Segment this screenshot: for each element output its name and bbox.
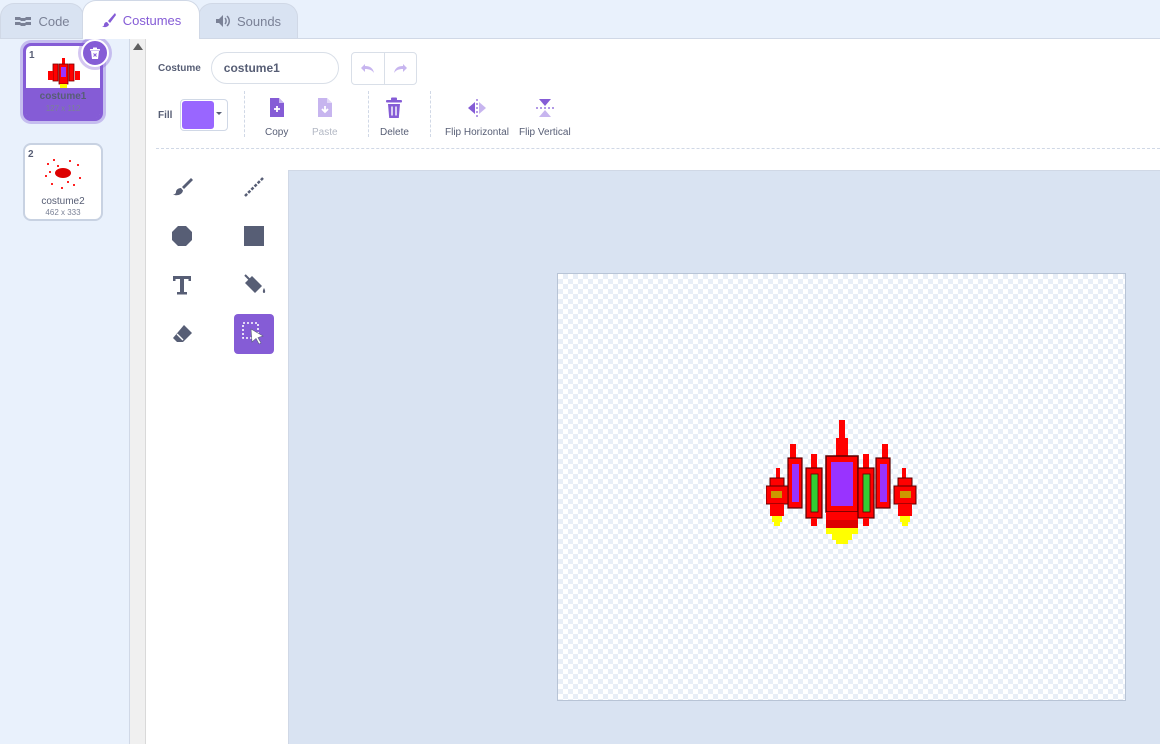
line-icon <box>244 177 264 197</box>
delete-label: Delete <box>380 127 409 138</box>
flip-vertical-label: Flip Vertical <box>519 127 571 138</box>
select-tool[interactable] <box>234 314 274 354</box>
costume-name: costume2 <box>41 196 85 207</box>
paste-label: Paste <box>312 127 338 138</box>
drawing-canvas[interactable] <box>557 273 1126 701</box>
dropdown-caret-icon <box>216 112 222 115</box>
undo-button[interactable] <box>352 53 384 84</box>
circle-tool[interactable] <box>162 216 202 256</box>
costume-name-row: Costume <box>158 51 417 85</box>
costume-number: 2 <box>28 149 34 160</box>
costume-list-scrollbar[interactable] <box>130 39 146 744</box>
tab-costumes[interactable]: Costumes <box>82 0 200 39</box>
text-tool[interactable] <box>162 265 202 305</box>
copy-icon <box>269 98 284 117</box>
fill-color-picker[interactable] <box>180 99 228 131</box>
costume-list: 1 costume1 127 x 112 2 costume2 462 x 33… <box>0 39 130 744</box>
costume-label: Costume <box>158 62 201 74</box>
code-icon <box>15 17 32 26</box>
text-icon <box>173 276 191 295</box>
tab-costumes-label: Costumes <box>122 12 182 28</box>
rectangle-tool[interactable] <box>234 216 274 256</box>
flip-horizontal-icon <box>467 99 486 117</box>
delete-button[interactable]: Delete <box>380 97 409 138</box>
toolbar-divider <box>368 91 369 137</box>
paste-button[interactable]: Paste <box>312 97 338 138</box>
costume-name-input[interactable] <box>210 52 339 84</box>
undo-icon <box>360 64 374 73</box>
fill-label: Fill <box>158 110 173 121</box>
copy-button[interactable]: Copy <box>265 97 288 138</box>
flip-vertical-button[interactable]: Flip Vertical <box>519 97 571 138</box>
paint-editor: Costume Fill <box>146 39 1160 744</box>
tab-code-label: Code <box>38 13 70 29</box>
redo-button[interactable] <box>383 52 416 84</box>
toolbar-divider <box>430 91 431 137</box>
tab-sounds[interactable]: Sounds <box>198 3 298 38</box>
brush-icon <box>173 178 193 196</box>
spaceship-drawing[interactable] <box>766 420 918 556</box>
toolbar-divider <box>244 91 245 137</box>
brush-icon <box>101 13 116 28</box>
fill-tool[interactable] <box>234 265 274 305</box>
scroll-up-arrow-icon[interactable] <box>133 43 143 50</box>
flip-horizontal-button[interactable]: Flip Horizontal <box>445 97 509 138</box>
copy-label: Copy <box>265 127 289 138</box>
costume-size: 127 x 112 <box>45 104 81 113</box>
fill-color-swatch <box>182 101 214 129</box>
circle-icon <box>172 226 192 246</box>
tab-sounds-label: Sounds <box>236 13 282 29</box>
costume-name: costume1 <box>39 91 87 102</box>
fill-bucket-icon <box>244 274 266 293</box>
tab-code[interactable]: Code <box>0 3 84 38</box>
toolbar-separator <box>156 148 1160 149</box>
undo-redo-group <box>350 51 417 85</box>
brush-tool[interactable] <box>162 167 202 207</box>
canvas-area <box>288 170 1160 744</box>
costume-item-1[interactable]: 1 costume1 127 x 112 <box>23 39 109 121</box>
trash-icon <box>90 47 100 59</box>
line-tool[interactable] <box>234 167 274 207</box>
flip-horizontal-label: Flip Horizontal <box>445 127 509 138</box>
trash-icon <box>386 97 403 118</box>
redo-icon <box>394 64 408 73</box>
editor-tab-bar: Code Sounds Costumes <box>0 0 1160 39</box>
speaker-icon <box>215 15 230 27</box>
costume-caption: costume1 127 x 112 <box>26 88 100 118</box>
costumes-panel: 1 costume1 127 x 112 2 costume2 462 x 33… <box>0 38 1160 744</box>
paste-icon <box>317 98 332 117</box>
select-icon <box>242 322 264 345</box>
costume-number: 1 <box>29 50 35 61</box>
costume-item-2[interactable]: 2 costume2 462 x 333 <box>23 143 103 221</box>
eraser-icon <box>173 325 192 342</box>
flip-vertical-icon <box>535 99 554 117</box>
delete-costume-button[interactable] <box>81 39 109 67</box>
rectangle-icon <box>244 226 264 246</box>
eraser-tool[interactable] <box>162 314 202 354</box>
costume-thumbnail <box>45 159 81 189</box>
costume-size: 462 x 333 <box>45 208 81 217</box>
